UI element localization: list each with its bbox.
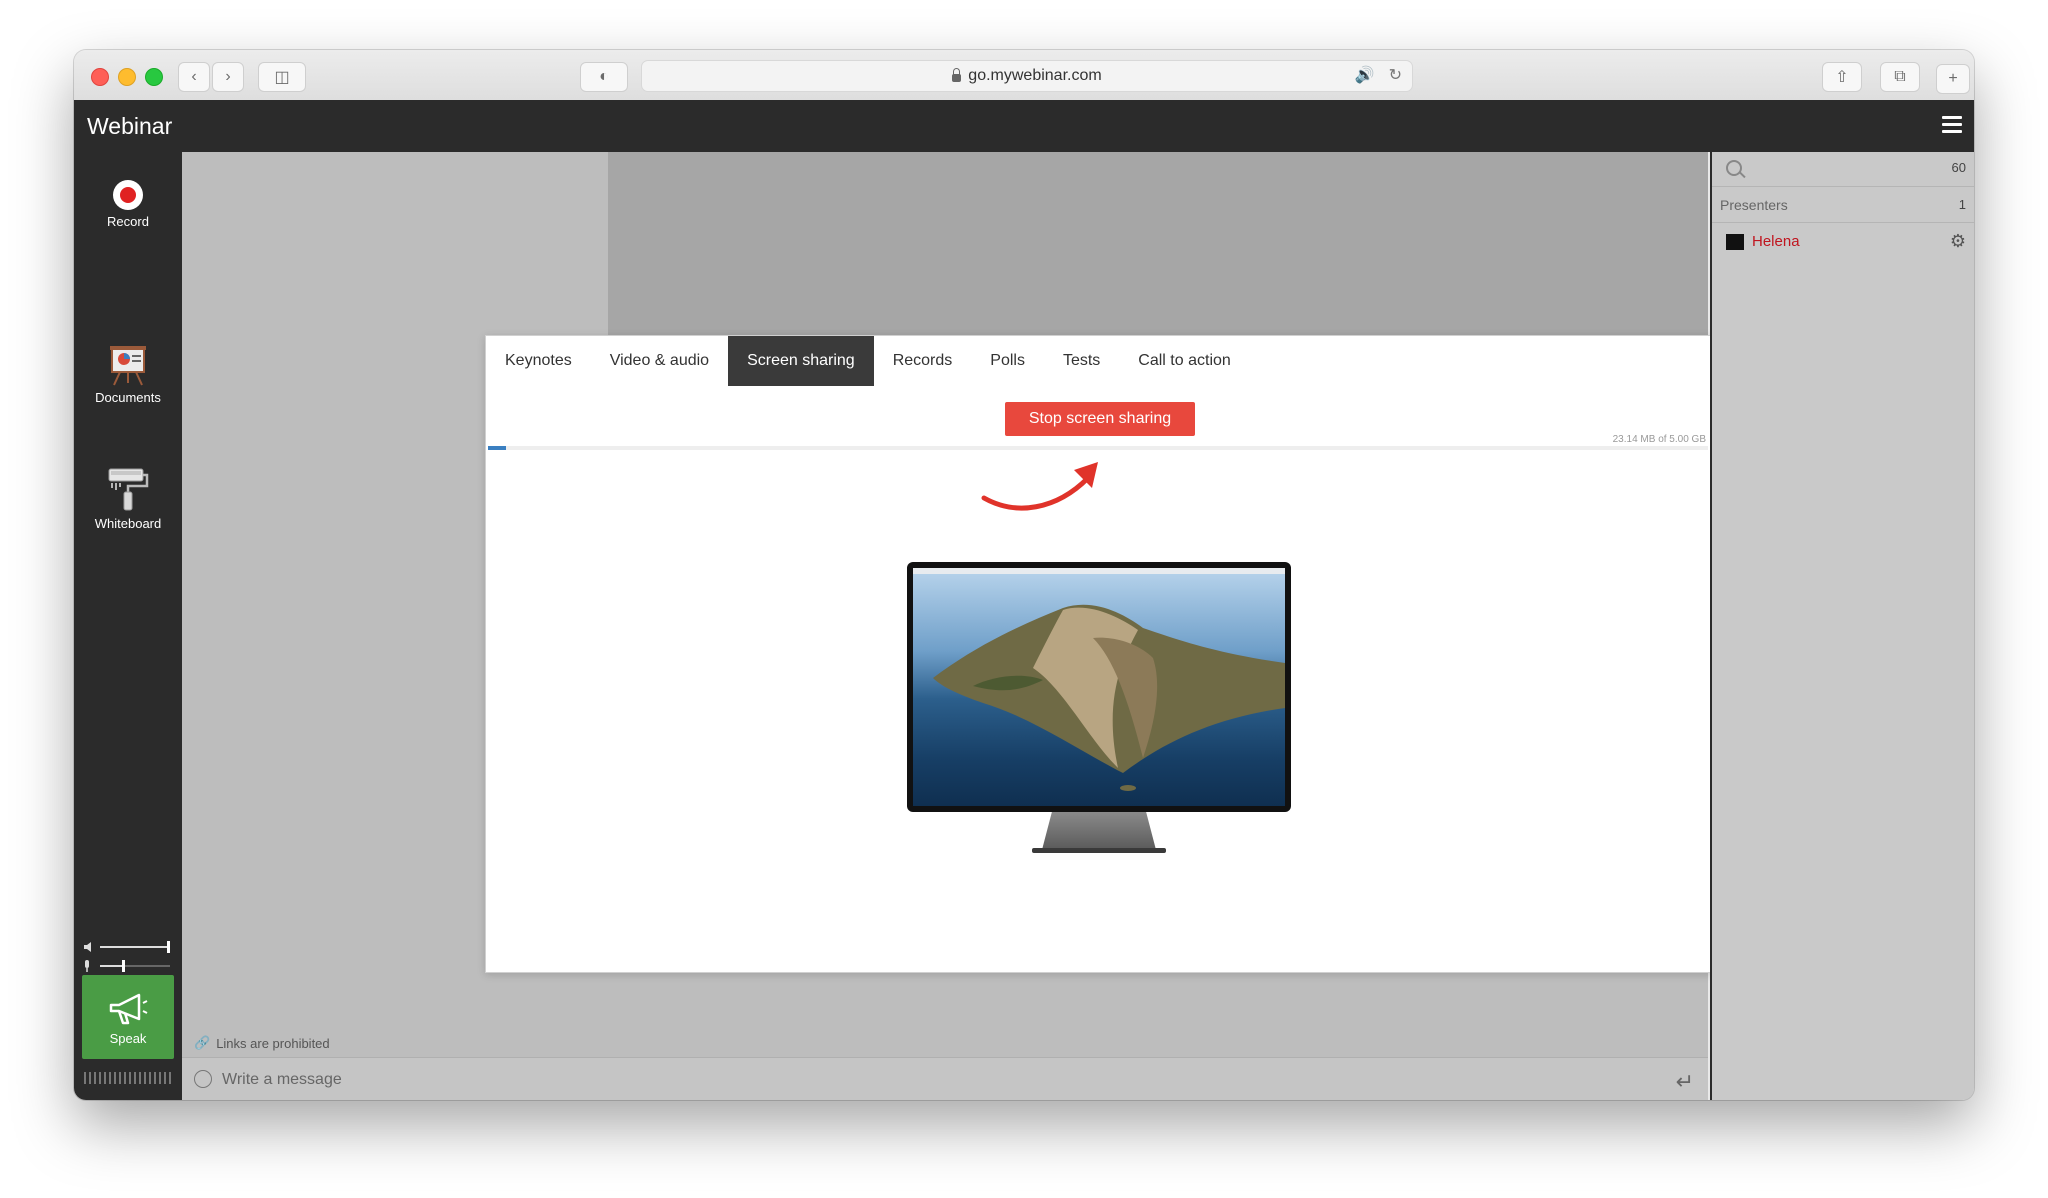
presenter-row[interactable]: Helena ⚙ <box>1712 228 1974 258</box>
hamburger-menu-icon[interactable] <box>1942 116 1962 134</box>
record-button[interactable]: Record <box>74 180 182 229</box>
paint-roller-icon <box>108 468 149 511</box>
gear-icon[interactable]: ⚙ <box>1950 231 1966 252</box>
speak-label: Speak <box>109 1031 147 1046</box>
send-enter-icon[interactable]: ↵ <box>1676 1069 1694 1095</box>
stop-screen-sharing-button[interactable]: Stop screen sharing <box>1005 402 1195 436</box>
tab-tests[interactable]: Tests <box>1044 336 1119 386</box>
presenters-header[interactable]: Presenters 1 <box>1712 188 1974 223</box>
left-sidebar: Record Documents Whiteboard Speak <box>74 152 182 1100</box>
media-modal: Keynotes Video & audio Screen sharing Re… <box>485 335 1715 973</box>
curved-arrow-icon <box>981 462 1098 511</box>
speaker-icon[interactable]: 🔊 <box>1355 65 1375 85</box>
record-label: Record <box>107 214 149 229</box>
documents-label: Documents <box>95 390 161 405</box>
app-title: Webinar <box>87 113 173 139</box>
audio-level-meter <box>84 1072 172 1084</box>
monitor-base <box>1032 848 1166 853</box>
address-bar[interactable]: go.mywebinar.com 🔊 ↻ <box>641 60 1413 92</box>
lock-icon <box>952 68 962 82</box>
chat-message-input[interactable] <box>220 1067 1624 1093</box>
presenters-label: Presenters <box>1720 197 1788 213</box>
participants-panel: 60 Presenters 1 Helena ⚙ <box>1710 152 1974 1100</box>
whiteboard-label: Whiteboard <box>94 516 162 531</box>
app-header: Webinar <box>74 100 1974 152</box>
tab-polls[interactable]: Polls <box>971 336 1044 386</box>
new-tab-button[interactable]: + <box>1936 64 1970 94</box>
tab-keynotes[interactable]: Keynotes <box>486 336 591 386</box>
back-button[interactable]: ‹ <box>178 62 210 92</box>
record-icon <box>113 180 143 210</box>
chat-input-bar: ↵ <box>182 1057 1708 1100</box>
reload-icon[interactable]: ↻ <box>1389 65 1402 85</box>
tab-video-audio[interactable]: Video & audio <box>591 336 728 386</box>
documents-button[interactable]: Documents <box>74 342 182 405</box>
sidebar-toggle-button[interactable]: ◫ <box>258 62 306 92</box>
links-prohibited-note: 🔗 Links are prohibited <box>194 1035 330 1051</box>
audio-controls <box>82 940 174 979</box>
monitor-stand <box>1041 812 1157 850</box>
chevron-left-icon: ‹ <box>191 68 197 85</box>
chevron-right-icon: › <box>225 68 231 85</box>
monitor-illustration <box>907 562 1291 812</box>
privacy-shield-button[interactable]: ◐ <box>580 62 628 92</box>
presenter-name: Helena <box>1752 233 1800 250</box>
link-icon: 🔗 <box>194 1035 211 1050</box>
whiteboard-button[interactable]: Whiteboard <box>74 466 182 531</box>
desktop-wallpaper-image <box>913 568 1285 806</box>
browser-toolbar: ‹ › ◫ ◐ go.mywebinar.com 🔊 ↻ ⇧ ⧉ + <box>74 50 1974 101</box>
url-text: go.mywebinar.com <box>968 67 1102 84</box>
presentation-board-icon <box>110 346 146 386</box>
links-note-text: Links are prohibited <box>216 1035 330 1051</box>
shield-icon: ◐ <box>599 68 609 85</box>
plus-icon: + <box>1948 70 1958 87</box>
presenters-count: 1 <box>1958 197 1966 212</box>
participant-search[interactable]: 60 <box>1712 152 1974 187</box>
tab-records[interactable]: Records <box>874 336 972 386</box>
emoji-icon[interactable] <box>194 1070 212 1088</box>
storage-progress-fill <box>488 446 507 450</box>
zoom-window-button[interactable] <box>145 68 163 86</box>
share-button[interactable]: ⇧ <box>1822 62 1862 92</box>
tabs-icon: ⧉ <box>1894 68 1906 85</box>
megaphone-icon <box>109 993 148 1025</box>
forward-button[interactable]: › <box>212 62 244 92</box>
tab-call-to-action[interactable]: Call to action <box>1119 336 1250 386</box>
minimize-window-button[interactable] <box>118 68 136 86</box>
share-icon: ⇧ <box>1835 69 1849 86</box>
modal-tabs: Keynotes Video & audio Screen sharing Re… <box>486 336 1250 386</box>
participant-count: 60 <box>1951 160 1966 175</box>
browser-window: ‹ › ◫ ◐ go.mywebinar.com 🔊 ↻ ⇧ ⧉ + Webin… <box>74 50 1974 1100</box>
avatar <box>1726 234 1744 250</box>
tabs-overview-button[interactable]: ⧉ <box>1880 62 1920 92</box>
sidebar-icon: ◫ <box>274 69 290 86</box>
speak-button[interactable]: Speak <box>82 975 174 1059</box>
search-icon <box>1726 160 1742 176</box>
tab-screen-sharing[interactable]: Screen sharing <box>728 336 874 386</box>
storage-usage-text: 23.14 MB of 5.00 GB <box>1612 434 1706 445</box>
volume-slider[interactable] <box>82 940 174 974</box>
close-window-button[interactable] <box>91 68 109 86</box>
